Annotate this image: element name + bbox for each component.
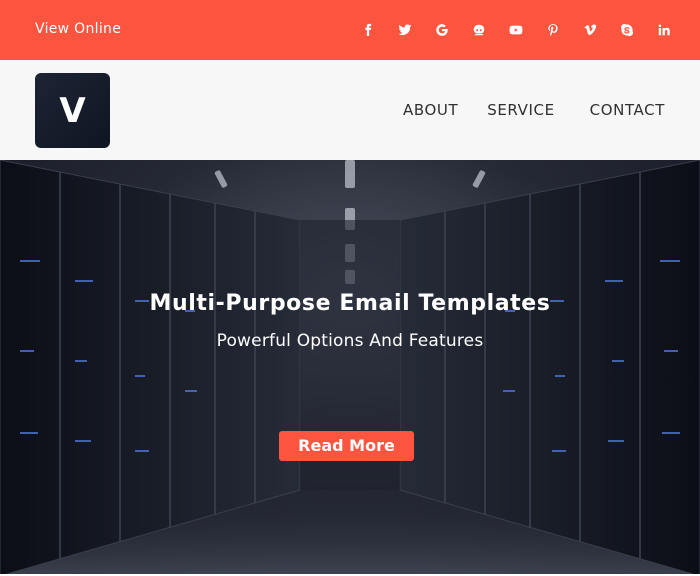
read-more-button[interactable]: Read More bbox=[279, 431, 414, 461]
main-nav: ABOUT SERVICE CONTACT bbox=[403, 101, 665, 119]
logo[interactable]: V bbox=[35, 73, 110, 148]
hero-subtitle: Powerful Options And Features bbox=[216, 331, 484, 351]
hero-banner: Multi-Purpose Email Templates Powerful O… bbox=[0, 160, 700, 576]
youtube-icon[interactable] bbox=[504, 18, 528, 42]
hero-title: Multi-Purpose Email Templates bbox=[149, 291, 551, 316]
logo-letter: V bbox=[59, 90, 86, 131]
github-icon[interactable] bbox=[467, 18, 491, 42]
facebook-icon[interactable] bbox=[356, 18, 380, 42]
twitter-icon[interactable] bbox=[393, 18, 417, 42]
view-online-link[interactable]: View Online bbox=[35, 21, 121, 37]
skype-icon[interactable] bbox=[615, 18, 639, 42]
social-icons bbox=[343, 18, 676, 42]
top-bar: View Online bbox=[0, 0, 700, 60]
vimeo-icon[interactable] bbox=[578, 18, 602, 42]
nav-service[interactable]: SERVICE bbox=[487, 101, 554, 119]
header: V ABOUT SERVICE CONTACT bbox=[0, 60, 700, 160]
server-room-background bbox=[0, 160, 700, 576]
google-icon[interactable] bbox=[430, 18, 454, 42]
nav-about[interactable]: ABOUT bbox=[403, 101, 458, 119]
linkedin-icon[interactable] bbox=[652, 18, 676, 42]
pinterest-icon[interactable] bbox=[541, 18, 565, 42]
nav-contact[interactable]: CONTACT bbox=[590, 101, 665, 119]
